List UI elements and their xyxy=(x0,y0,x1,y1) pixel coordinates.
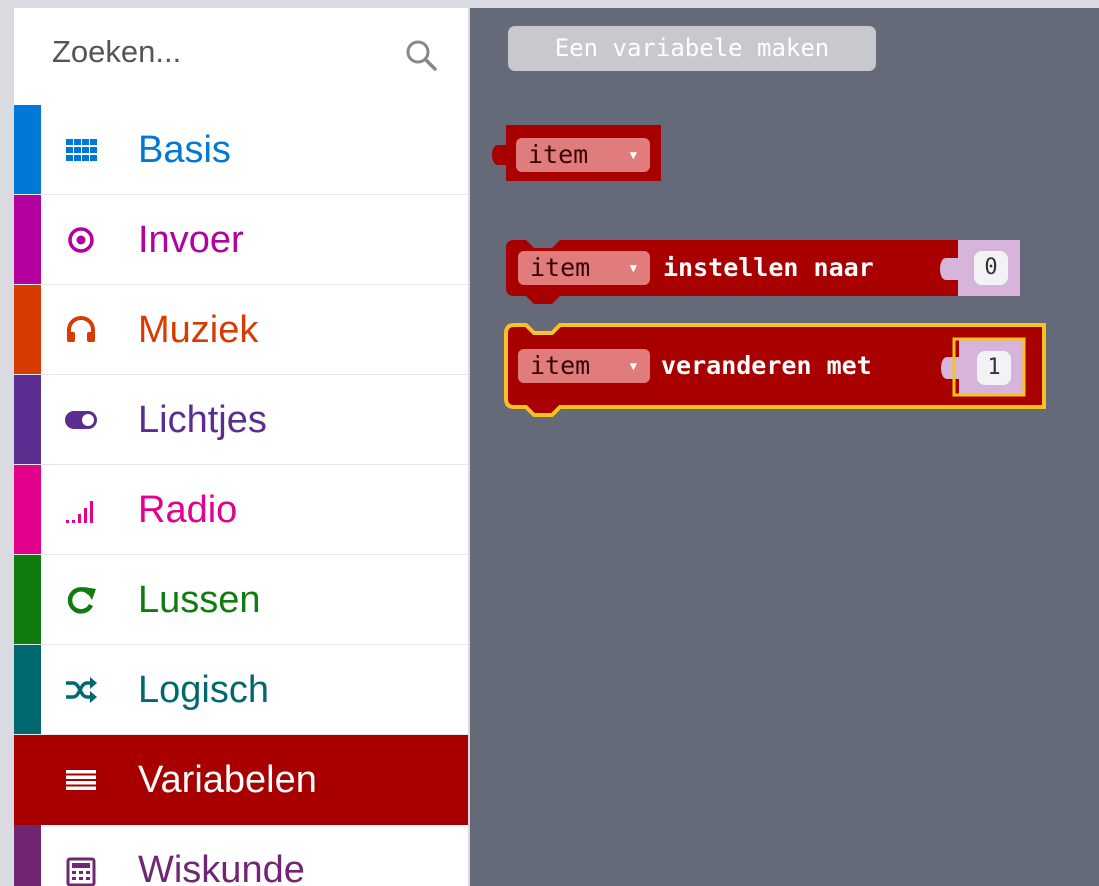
category-label: Logisch xyxy=(138,669,269,711)
category-lichtjes[interactable]: Lichtjes xyxy=(14,375,468,465)
variable-name: item xyxy=(530,253,591,282)
category-label: Muziek xyxy=(138,309,259,351)
target-icon xyxy=(68,227,94,253)
category-color-bar xyxy=(14,555,41,644)
make-variable-button[interactable]: Een variabele maken xyxy=(508,26,876,71)
category-lussen[interactable]: Lussen xyxy=(14,555,468,645)
category-variabelen[interactable]: Variabelen xyxy=(14,735,468,825)
refresh-icon xyxy=(67,587,96,614)
category-color-bar xyxy=(14,825,41,886)
search-box[interactable]: Zoeken... xyxy=(14,8,468,105)
category-label: Variabelen xyxy=(138,759,317,801)
set-variable-block[interactable]: item ▼ instellen naar 0 xyxy=(506,240,1026,308)
category-label: Invoer xyxy=(138,219,244,261)
category-color-bar xyxy=(14,375,41,464)
set-value-input[interactable]: 0 xyxy=(974,251,1008,285)
category-label: Wiskunde xyxy=(138,849,305,886)
category-color-bar xyxy=(14,285,41,374)
variable-name: item xyxy=(530,351,591,380)
search-input[interactable]: Zoeken... xyxy=(52,34,181,70)
shuffle-icon xyxy=(66,677,97,703)
change-variable-block[interactable]: item ▼ veranderen met 1 xyxy=(504,323,1050,423)
toggle-icon xyxy=(65,411,97,429)
grid-icon xyxy=(66,139,97,161)
variable-dropdown[interactable]: item ▼ xyxy=(518,349,650,383)
category-color-bar xyxy=(14,645,41,734)
dropdown-arrow-icon: ▼ xyxy=(629,148,637,162)
category-invoer[interactable]: Invoer xyxy=(14,195,468,285)
list-icon xyxy=(66,770,96,790)
category-muziek[interactable]: Muziek xyxy=(14,285,468,375)
category-wiskunde[interactable]: Wiskunde xyxy=(14,825,468,886)
dropdown-arrow-icon: ▼ xyxy=(629,261,637,275)
toolbox: Zoeken... Basis Invoer Muziek Lichtjes R… xyxy=(14,8,468,886)
variable-dropdown[interactable]: item ▼ xyxy=(518,251,650,285)
search-icon[interactable] xyxy=(403,37,439,73)
headphones-icon xyxy=(67,316,95,342)
variable-dropdown[interactable]: item ▼ xyxy=(516,138,650,172)
category-basis[interactable]: Basis xyxy=(14,105,468,195)
change-value-input[interactable]: 1 xyxy=(977,351,1011,385)
category-label: Radio xyxy=(138,489,238,531)
change-label: veranderen met xyxy=(661,351,872,380)
variable-block[interactable]: item ▼ xyxy=(486,125,666,185)
category-color-bar xyxy=(14,195,41,284)
category-label: Basis xyxy=(138,129,231,171)
category-label: Lussen xyxy=(138,579,261,621)
category-color-bar xyxy=(14,465,41,554)
dropdown-arrow-icon: ▼ xyxy=(629,359,637,373)
variable-name: item xyxy=(528,140,589,169)
category-logisch[interactable]: Logisch xyxy=(14,645,468,735)
category-label: Lichtjes xyxy=(138,399,267,441)
signal-bars-icon xyxy=(66,501,93,523)
calculator-icon xyxy=(66,857,96,886)
category-radio[interactable]: Radio xyxy=(14,465,468,555)
set-label: instellen naar xyxy=(663,253,874,282)
category-color-bar xyxy=(14,105,41,194)
blocks-flyout: Een variabele maken item ▼ item ▼ instel… xyxy=(470,8,1099,886)
